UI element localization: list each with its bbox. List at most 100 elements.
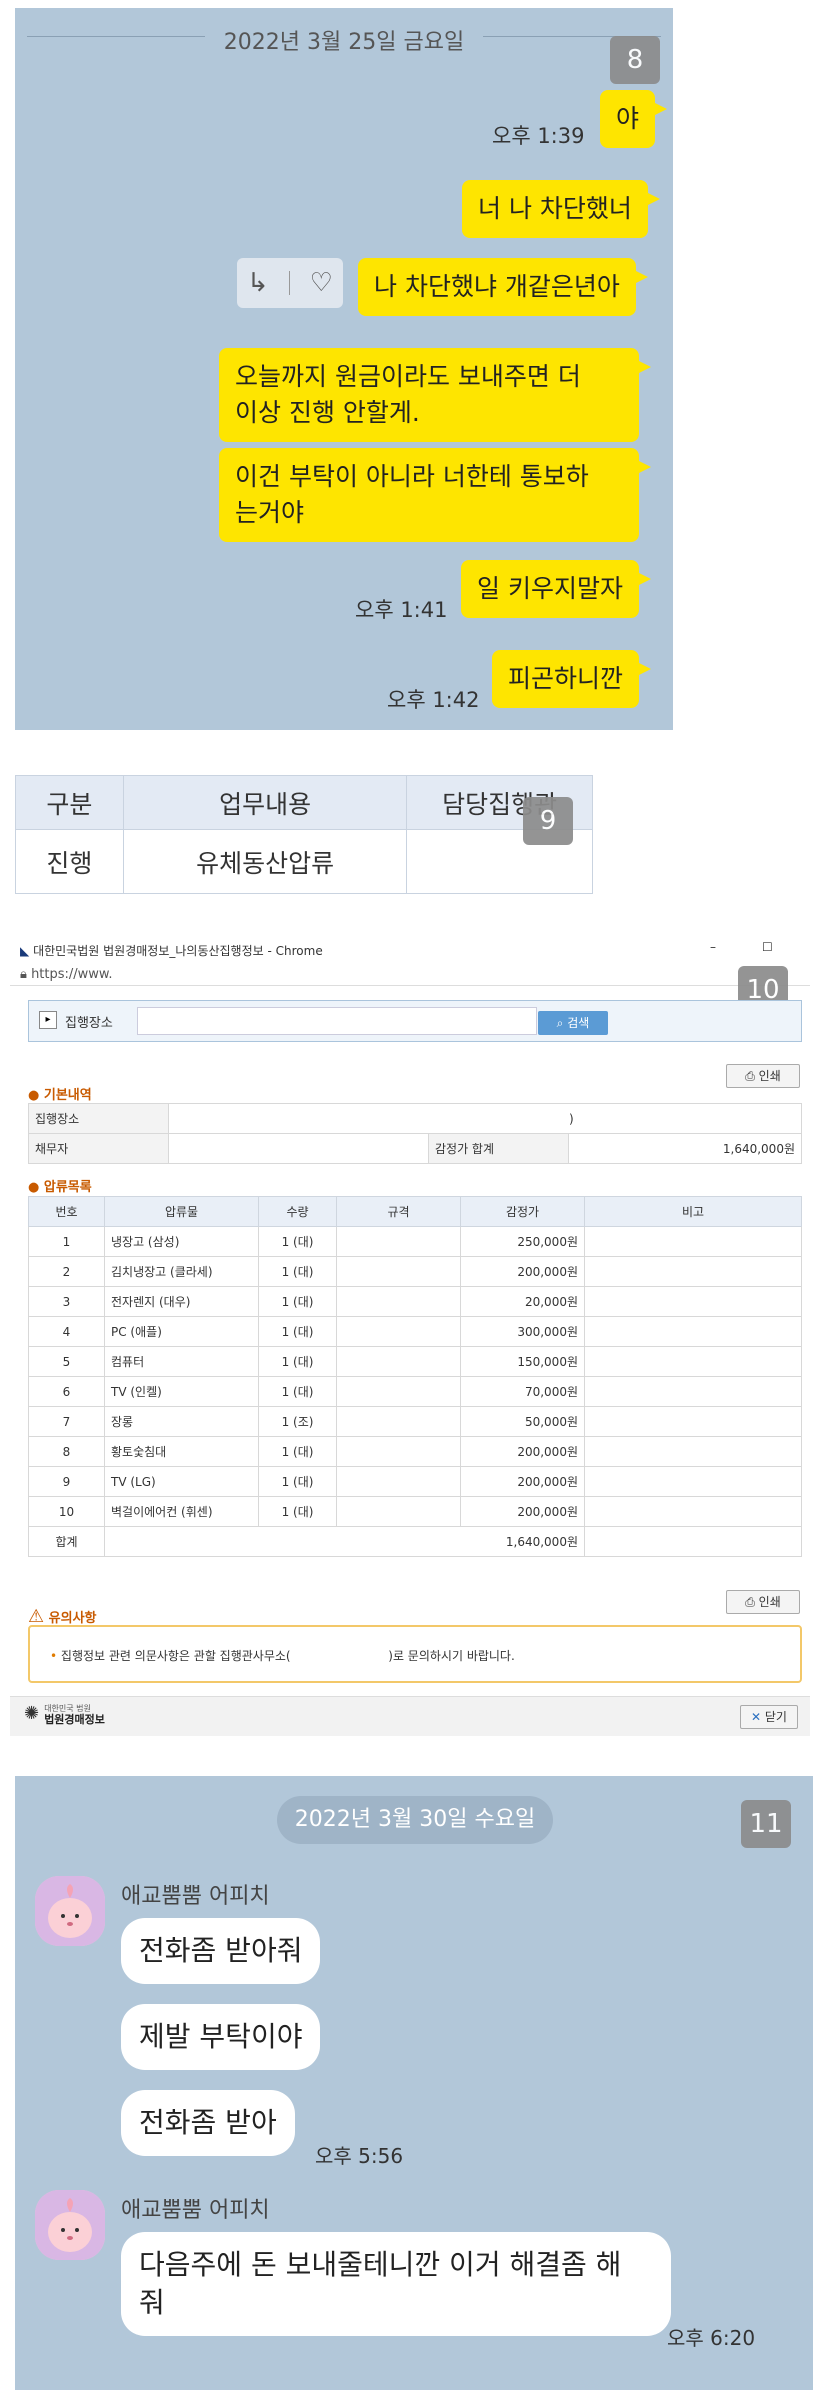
- table-cell: 70,000원: [460, 1376, 585, 1407]
- message-time: 오후 1:41: [355, 598, 448, 622]
- table-cell: 2: [28, 1256, 105, 1287]
- message-bubble[interactable]: 피곤하니깐: [492, 650, 652, 708]
- table-cell: [584, 1226, 802, 1257]
- table-cell: [584, 1406, 802, 1437]
- table-row: 10 벽걸이에어컨 (휘센) 1 (대) 200,000원: [28, 1496, 802, 1527]
- search-input[interactable]: [137, 1007, 537, 1035]
- message-line: 이상 진행 안할게.: [235, 398, 420, 427]
- date-divider: 2022년 3월 25일 금요일: [15, 24, 673, 55]
- message-bubble[interactable]: 오늘까지 원금이라도 보내주면 더 이상 진행 안할게.: [219, 348, 651, 442]
- table-cell: [336, 1226, 461, 1257]
- table-cell: 1 (대): [258, 1436, 337, 1467]
- footer-logo-big: 법원경매정보: [44, 1713, 105, 1726]
- table-cell: TV (인켈): [104, 1376, 259, 1407]
- expand-icon[interactable]: ▸: [39, 1011, 57, 1029]
- seizure-table: 번호 압류물 수량 규격 감정가 비고 1 냉장고 (삼성) 1 (대) 250,00…: [28, 1196, 802, 1557]
- table-cell: 전자렌지 (대우): [104, 1286, 259, 1317]
- table-cell: 200,000원: [460, 1496, 585, 1527]
- reply-icon[interactable]: ↳: [247, 268, 269, 298]
- column-header: 감정가: [460, 1196, 585, 1227]
- print-button[interactable]: ⎙ 인쇄: [726, 1590, 800, 1614]
- table-cell: [336, 1256, 461, 1287]
- court-logo-icon: ◣: [20, 944, 30, 958]
- table-cell: 200,000원: [460, 1256, 585, 1287]
- table-cell: [336, 1436, 461, 1467]
- field-value: 1,640,000원: [568, 1133, 802, 1164]
- field-label: 감정가 합계: [428, 1133, 569, 1164]
- table-row: 5 컴퓨터 1 (대) 150,000원: [28, 1346, 802, 1377]
- table-cell: 4: [28, 1316, 105, 1347]
- column-header: 업무내용: [122, 775, 408, 830]
- field-value: [168, 1133, 429, 1164]
- table-cell: 20,000원: [460, 1286, 585, 1317]
- table-cell: [336, 1286, 461, 1317]
- chat-screenshot-1: 2022년 3월 25일 금요일 8 오후 1:39 야 너 나 차단했너 ↳ …: [15, 8, 673, 730]
- table-cell: 1 (대): [258, 1286, 337, 1317]
- table-row: 7 장롱 1 (조) 50,000원: [28, 1406, 802, 1437]
- table-cell: 9: [28, 1466, 105, 1497]
- message-time: 오후 6:20: [667, 2326, 756, 2350]
- date-label: 2022년 3월 25일 금요일: [223, 30, 465, 55]
- table-cell: [584, 1526, 802, 1557]
- table-cell: 5: [28, 1346, 105, 1377]
- message-time: 오후 1:42: [387, 688, 480, 712]
- notice-heading: ⚠ 유의사항: [28, 1606, 97, 1627]
- bullet-icon: •: [50, 1649, 58, 1663]
- message-bubble[interactable]: 이건 부탁이 아니라 너한테 통보하 는거야: [219, 448, 651, 542]
- minimize-icon[interactable]: –: [710, 940, 716, 954]
- table-cell: 김치냉장고 (클라세): [104, 1256, 259, 1287]
- table-cell: 7: [28, 1406, 105, 1437]
- apeach-avatar-icon: [35, 1876, 105, 1946]
- search-button[interactable]: ⌕ 검색: [538, 1011, 608, 1035]
- column-header: 번호: [28, 1196, 105, 1227]
- table-cell: 1: [28, 1226, 105, 1257]
- message-line: 이건 부탁이 아니라 너한테 통보하: [235, 462, 589, 491]
- print-button[interactable]: ⎙ 인쇄: [726, 1064, 800, 1088]
- table-cell: [584, 1256, 802, 1287]
- heart-icon[interactable]: ♡: [310, 268, 333, 298]
- chat-screenshot-2: 2022년 3월 30일 수요일 11 애교뿜뿜 어피치 전화좀 받아줘 제발 …: [15, 1776, 813, 2390]
- message-bubble[interactable]: 너 나 차단했너: [462, 180, 660, 238]
- message-bubble[interactable]: 전화좀 받아: [121, 2090, 295, 2156]
- maximize-icon[interactable]: ☐: [762, 940, 773, 954]
- table-row: 6 TV (인켈) 1 (대) 70,000원: [28, 1376, 802, 1407]
- table-cell: 컴퓨터: [104, 1346, 259, 1377]
- table-cell: 1 (대): [258, 1466, 337, 1497]
- table-cell: 유체동산압류: [122, 829, 408, 894]
- message-bubble[interactable]: 나 차단했냐 개같은년아: [358, 258, 648, 316]
- address-bar[interactable]: 🔒︎ https://www.: [10, 964, 810, 986]
- warning-icon: ⚠: [28, 1606, 45, 1627]
- notice-box: • 집행정보 관련 의문사항은 관할 집행관사무소( )로 문의하시기 바랍니다…: [28, 1625, 802, 1683]
- table-cell: 1 (대): [258, 1226, 337, 1257]
- table-cell: [584, 1436, 802, 1467]
- table-cell: 3: [28, 1286, 105, 1317]
- table-cell: 300,000원: [460, 1316, 585, 1347]
- message-bubble[interactable]: 일 키우지말자: [461, 560, 651, 618]
- avatar[interactable]: [35, 2190, 105, 2260]
- column-header: 비고: [584, 1196, 802, 1227]
- message-bubble[interactable]: 전화좀 받아줘: [121, 1918, 321, 1984]
- sender-name: 애교뿜뿜 어피치: [121, 2198, 270, 2223]
- table-row: 4 PC (애플) 1 (대) 300,000원: [28, 1316, 802, 1347]
- bullet-icon: ●: [28, 1180, 40, 1195]
- close-button[interactable]: ✕ 닫기: [740, 1705, 798, 1729]
- table-cell: [336, 1466, 461, 1497]
- avatar[interactable]: [35, 1876, 105, 1946]
- table-row: 1 냉장고 (삼성) 1 (대) 250,000원: [28, 1226, 802, 1257]
- column-header: 압류물: [104, 1196, 259, 1227]
- basic-info-table: 집행장소 ) 채무자 감정가 합계 1,640,000원: [28, 1103, 802, 1164]
- message-bubble[interactable]: 야: [600, 90, 668, 148]
- table-cell: [584, 1466, 802, 1497]
- court-auction-browser-window: ◣ 대한민국법원 법원경매정보_나의동산집행정보 - Chrome – ☐ 🔒︎…: [10, 938, 810, 1738]
- search-icon: ⌕: [556, 1016, 564, 1030]
- close-label: 닫기: [764, 1710, 787, 1724]
- message-reaction-bar: ↳ ♡: [237, 258, 343, 308]
- lock-icon: 🔒︎: [20, 967, 27, 982]
- table-cell: [584, 1376, 802, 1407]
- message-bubble[interactable]: 제발 부탁이야: [121, 2004, 321, 2070]
- message-bubble[interactable]: 다음주에 돈 보내줄테니깐 이거 해결좀 해 줘: [121, 2232, 671, 2336]
- column-header: 수량: [258, 1196, 337, 1227]
- window-titlebar: ◣ 대한민국법원 법원경매정보_나의동산집행정보 - Chrome – ☐: [10, 938, 810, 964]
- message-line: 오늘까지 원금이라도 보내주면 더: [235, 362, 581, 391]
- table-cell: 50,000원: [460, 1406, 585, 1437]
